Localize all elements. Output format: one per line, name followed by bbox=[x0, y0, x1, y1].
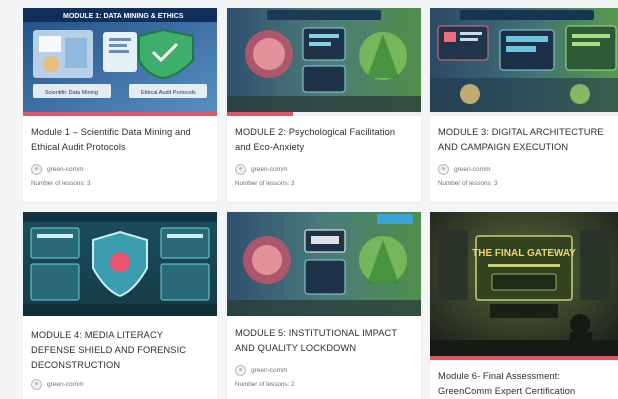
course-title[interactable]: Module 1 – Scientific Data Mining and Et… bbox=[31, 125, 209, 155]
lesson-count: Number of lessons: 2 bbox=[235, 381, 295, 388]
course-thumbnail[interactable]: MODULE 1: DATA MINING & ETHICS Scientifi… bbox=[23, 8, 217, 112]
author-name[interactable]: green-comm bbox=[251, 166, 287, 173]
course-card[interactable]: MODULE 1: DATA MINING & ETHICS Scientifi… bbox=[23, 8, 217, 202]
course-card[interactable]: THE FINAL GATEWAY Module 6- Final Assess… bbox=[430, 212, 618, 399]
author-name[interactable]: green-comm bbox=[454, 166, 490, 173]
thumbnail-caption: THE FINAL GATEWAY bbox=[472, 248, 576, 259]
author-name[interactable]: green-comm bbox=[47, 166, 83, 173]
course-card[interactable]: MODULE 2: Psychological Facilitation and… bbox=[227, 8, 421, 202]
avatar-icon bbox=[31, 163, 42, 175]
course-thumbnail[interactable] bbox=[227, 212, 421, 316]
course-thumbnail[interactable]: THE FINAL GATEWAY bbox=[430, 212, 618, 356]
avatar-icon bbox=[235, 163, 246, 175]
progress-bar bbox=[430, 356, 618, 360]
course-title[interactable]: Module 6- Final Assessment: GreenComm Ex… bbox=[438, 369, 616, 399]
progress-bar bbox=[430, 112, 618, 116]
progress-fill bbox=[23, 112, 217, 116]
course-thumbnail[interactable] bbox=[430, 8, 618, 112]
course-title[interactable]: MODULE 5: INSTITUTIONAL IMPACT AND QUALI… bbox=[235, 326, 413, 356]
avatar-icon bbox=[438, 163, 449, 175]
course-title[interactable]: MODULE 2: Psychological Facilitation and… bbox=[235, 125, 413, 155]
thumbnail-right-label: Ethical Audit Protocols bbox=[141, 90, 196, 96]
avatar-icon bbox=[31, 378, 42, 390]
thumbnail-caption: MODULE 1: DATA MINING & ETHICS bbox=[63, 13, 184, 20]
course-card[interactable]: MODULE 5: INSTITUTIONAL IMPACT AND QUALI… bbox=[227, 212, 421, 399]
author-name[interactable]: green-comm bbox=[47, 381, 83, 388]
lesson-count: Number of lessons: 3 bbox=[235, 180, 295, 187]
course-card[interactable]: MODULE 4: MEDIA LITERACY DEFENSE SHIELD … bbox=[23, 212, 217, 399]
author-name[interactable]: green-comm bbox=[251, 367, 287, 374]
progress-fill bbox=[227, 112, 293, 116]
progress-bar bbox=[227, 112, 421, 116]
course-card[interactable]: MODULE 3: DIGITAL ARCHITECTURE AND CAMPA… bbox=[430, 8, 618, 202]
lesson-count: Number of lessons: 3 bbox=[438, 180, 498, 187]
thumbnail-left-label: Scientific Data Mining bbox=[45, 90, 98, 96]
course-thumbnail[interactable] bbox=[227, 8, 421, 112]
course-title[interactable]: MODULE 3: DIGITAL ARCHITECTURE AND CAMPA… bbox=[438, 125, 616, 155]
progress-fill bbox=[430, 356, 618, 360]
avatar-icon bbox=[235, 364, 246, 376]
course-title[interactable]: MODULE 4: MEDIA LITERACY DEFENSE SHIELD … bbox=[31, 328, 209, 373]
lesson-count: Number of lessons: 3 bbox=[31, 180, 91, 187]
course-thumbnail[interactable] bbox=[23, 212, 217, 316]
progress-bar bbox=[23, 112, 217, 116]
